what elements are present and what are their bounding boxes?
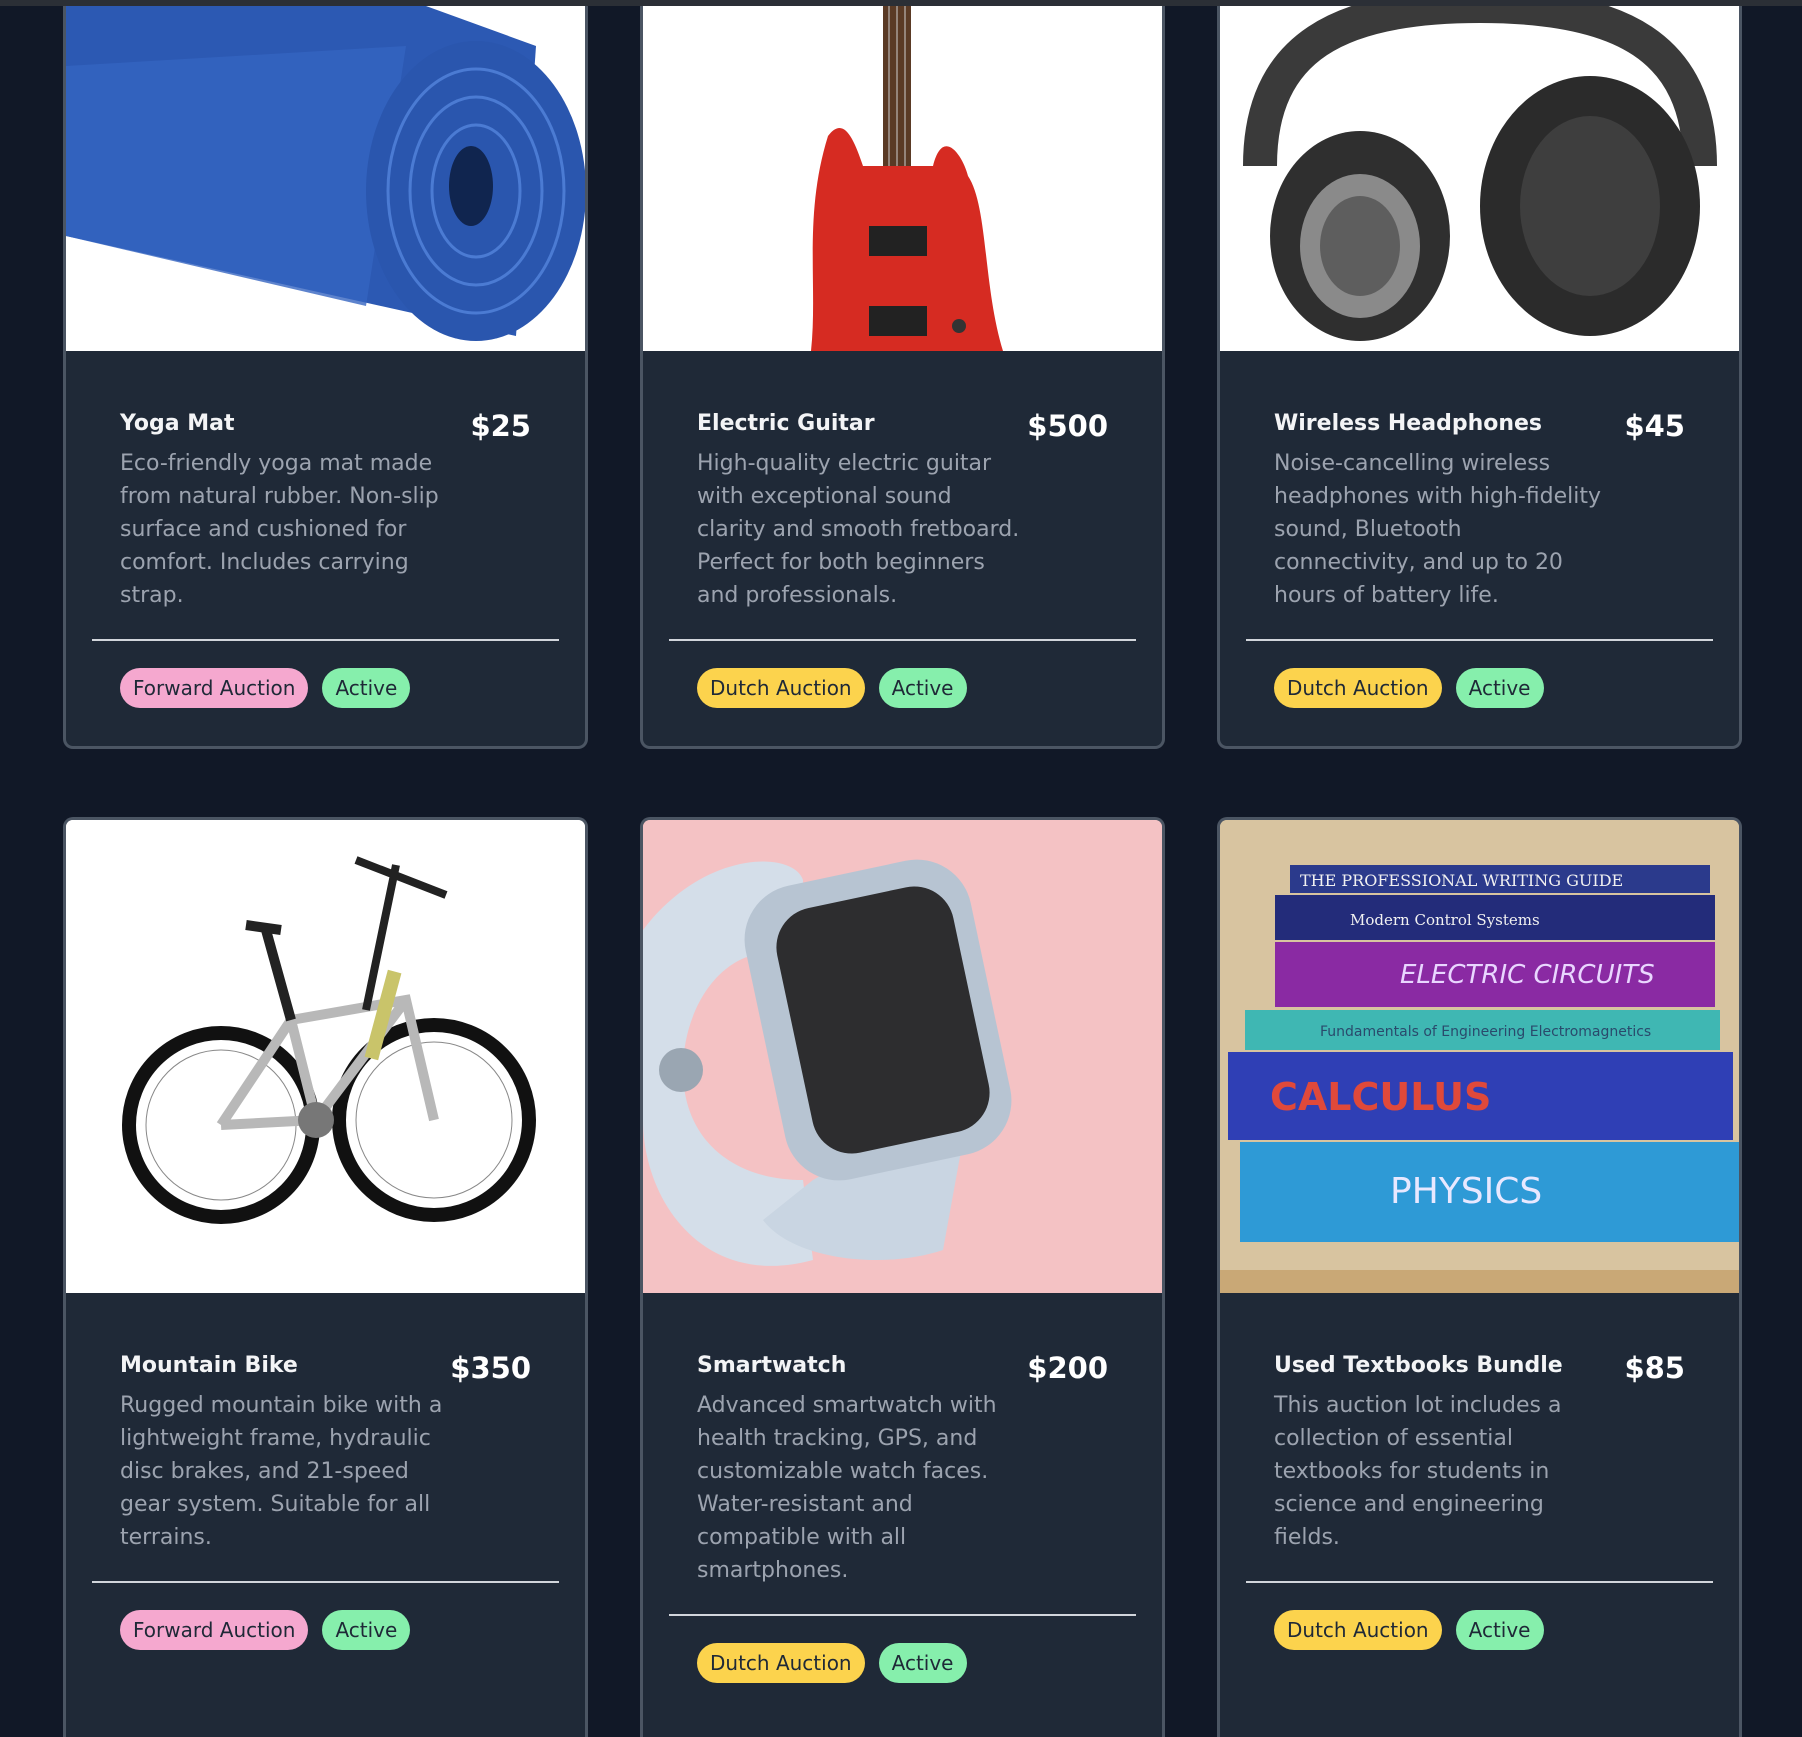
listing-title: Yoga Mat xyxy=(120,411,235,436)
listing-grid: Yoga Mat $25 Eco-friendly yoga mat made … xyxy=(63,6,1742,1737)
divider xyxy=(1246,1581,1713,1583)
book-spine-text: THE PROFESSIONAL WRITING GUIDE xyxy=(1300,871,1623,890)
book-spine-text: CALCULUS xyxy=(1270,1075,1491,1119)
listing-description: This auction lot includes a collection o… xyxy=(1274,1393,1562,1550)
listing-price: $350 xyxy=(450,1351,531,1385)
electric-guitar-image xyxy=(643,6,1162,351)
divider xyxy=(669,1614,1136,1616)
book-spine-text: ELECTRIC CIRCUITS xyxy=(1400,960,1655,990)
book-spine-text: Fundamentals of Engineering Electromagne… xyxy=(1320,1024,1651,1040)
auction-type-badge: Dutch Auction xyxy=(697,668,865,708)
divider xyxy=(92,639,559,641)
auction-type-badge: Dutch Auction xyxy=(1274,1610,1442,1650)
auction-type-badge: Dutch Auction xyxy=(697,1643,865,1683)
textbooks-image: THE PROFESSIONAL WRITING GUIDE Modern Co… xyxy=(1220,820,1739,1293)
listing-description: Advanced smartwatch with health tracking… xyxy=(697,1393,997,1583)
listing-title: Wireless Headphones xyxy=(1274,411,1543,436)
divider xyxy=(92,1581,559,1583)
listing-price: $500 xyxy=(1027,409,1108,443)
listing-card[interactable]: Electric Guitar $500 High-quality electr… xyxy=(640,6,1165,749)
auction-type-badge: Forward Auction xyxy=(120,668,309,708)
status-badge: Active xyxy=(1455,668,1544,708)
divider xyxy=(1246,639,1713,641)
divider xyxy=(669,639,1136,641)
listing-price: $45 xyxy=(1624,409,1685,443)
listing-card[interactable]: Mountain Bike $350 Rugged mountain bike … xyxy=(63,817,588,1737)
status-badge: Active xyxy=(1455,1610,1544,1650)
listing-price: $85 xyxy=(1624,1351,1685,1385)
book-spine-text: Modern Control Systems xyxy=(1350,911,1540,929)
headphones-image xyxy=(1220,6,1739,351)
listing-description: Eco-friendly yoga mat made from natural … xyxy=(120,451,439,608)
status-badge: Active xyxy=(322,668,411,708)
listing-description: High-quality electric guitar with except… xyxy=(697,451,1020,608)
status-badge: Active xyxy=(878,668,967,708)
listing-card[interactable]: THE PROFESSIONAL WRITING GUIDE Modern Co… xyxy=(1217,817,1742,1737)
listing-price: $25 xyxy=(470,409,531,443)
listing-title: Smartwatch xyxy=(697,1353,847,1378)
listing-title: Mountain Bike xyxy=(120,1353,298,1378)
listing-title: Electric Guitar xyxy=(697,411,875,436)
smartwatch-image xyxy=(643,820,1162,1293)
yoga-mat-image xyxy=(66,6,585,351)
auction-type-badge: Dutch Auction xyxy=(1274,668,1442,708)
listing-price: $200 xyxy=(1027,1351,1108,1385)
listing-card[interactable]: Smartwatch $200 Advanced smartwatch with… xyxy=(640,817,1165,1737)
status-badge: Active xyxy=(322,1610,411,1650)
mountain-bike-image xyxy=(66,820,585,1293)
listing-description: Rugged mountain bike with a lightweight … xyxy=(120,1393,443,1550)
auction-type-badge: Forward Auction xyxy=(120,1610,309,1650)
listing-card[interactable]: Yoga Mat $25 Eco-friendly yoga mat made … xyxy=(63,6,588,749)
listing-description: Noise-cancelling wireless headphones wit… xyxy=(1274,451,1602,608)
book-spine-text: PHYSICS xyxy=(1390,1171,1542,1212)
listing-title: Used Textbooks Bundle xyxy=(1274,1353,1563,1378)
listing-card[interactable]: Wireless Headphones $45 Noise-cancelling… xyxy=(1217,6,1742,749)
status-badge: Active xyxy=(878,1643,967,1683)
